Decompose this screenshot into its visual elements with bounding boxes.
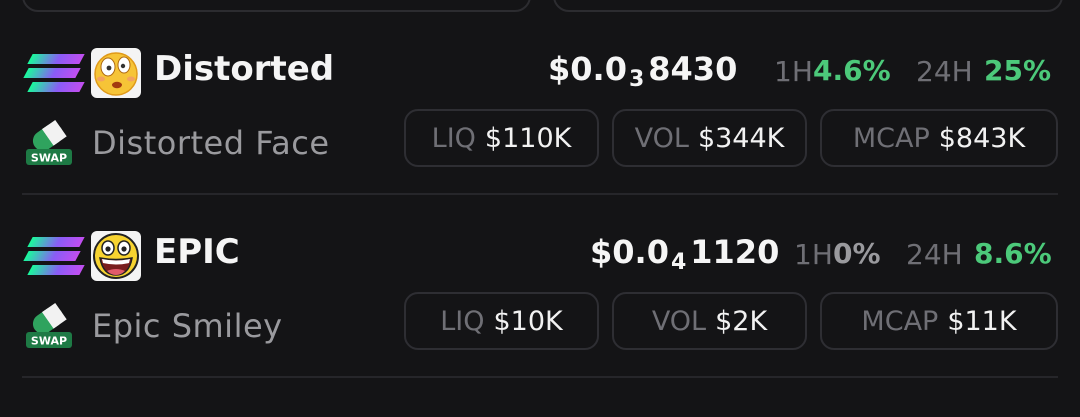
svg-text:SWAP: SWAP — [31, 152, 67, 165]
swap-icon[interactable]: SWAP — [25, 117, 73, 167]
change-24h-value: 8.6% — [974, 237, 1052, 270]
liq-label: LIQ — [431, 122, 476, 154]
mcap-pill[interactable]: MCAP $843K — [820, 109, 1058, 167]
row-divider — [22, 376, 1058, 378]
change-1h-value: 0% — [833, 237, 881, 270]
vol-value: $2K — [715, 305, 768, 337]
vol-value: $344K — [697, 122, 785, 154]
vol-label: VOL — [634, 122, 689, 154]
token-row-epic[interactable]: EPIC $0.04 1120 1H 0% 24H 8.6% SWAP Epic … — [0, 183, 1080, 353]
change-24h-value: 25% — [984, 54, 1052, 87]
change-24h-label: 24H — [916, 55, 973, 88]
liq-label: LIQ — [440, 305, 485, 337]
swap-icon[interactable]: SWAP — [25, 300, 73, 350]
mcap-value: $11K — [947, 305, 1017, 337]
epic-smiley-emoji-icon — [91, 231, 141, 281]
change-1h-label: 1H — [774, 55, 813, 88]
mcap-value: $843K — [938, 122, 1026, 154]
token-symbol: EPIC — [154, 232, 240, 272]
liquidity-pill[interactable]: LIQ $10K — [404, 292, 599, 350]
change-1h-value: 4.6% — [813, 54, 891, 87]
token-symbol: Distorted — [154, 49, 335, 89]
liquidity-pill[interactable]: LIQ $110K — [404, 109, 599, 167]
token-name: Distorted Face — [92, 124, 330, 162]
token-name: Epic Smiley — [92, 307, 283, 345]
token-row-distorted[interactable]: Distorted $0.03 8430 1H 4.6% 24H 25% SWAP… — [0, 0, 1080, 170]
solana-icon — [22, 52, 85, 94]
svg-text:SWAP: SWAP — [31, 335, 67, 348]
vol-label: VOL — [651, 305, 707, 337]
liq-value: $10K — [493, 305, 563, 337]
liq-value: $110K — [484, 122, 572, 154]
mcap-label: MCAP — [852, 122, 930, 154]
volume-pill[interactable]: VOL $344K — [612, 109, 807, 167]
token-price: $0.04 1120 — [590, 233, 780, 275]
change-1h-label: 1H — [794, 238, 833, 271]
mcap-pill[interactable]: MCAP $11K — [820, 292, 1058, 350]
mcap-label: MCAP — [861, 305, 939, 337]
change-24h-label: 24H — [906, 238, 963, 271]
distorted-face-emoji-icon — [91, 48, 141, 98]
token-price: $0.03 8430 — [548, 50, 738, 92]
solana-icon — [22, 235, 85, 277]
volume-pill[interactable]: VOL $2K — [612, 292, 807, 350]
